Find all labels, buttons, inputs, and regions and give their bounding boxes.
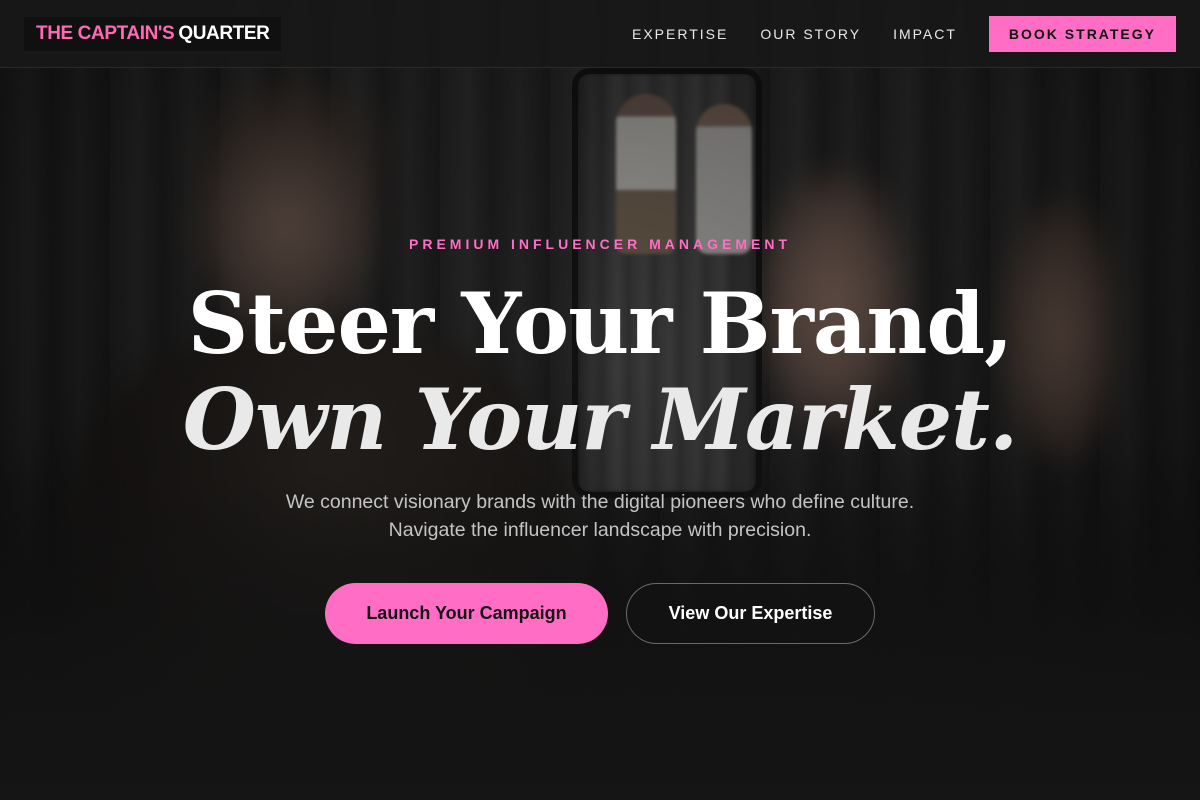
view-expertise-button[interactable]: View Our Expertise bbox=[626, 583, 875, 644]
hero-headline-line-2: Own Your Market. bbox=[182, 370, 1018, 469]
book-strategy-button[interactable]: BOOK STRATEGY bbox=[988, 15, 1176, 52]
launch-campaign-button[interactable]: Launch Your Campaign bbox=[325, 583, 608, 644]
brand-logo[interactable]: THE CAPTAIN'S QUARTER bbox=[24, 16, 282, 51]
nav-link-our-story[interactable]: OUR STORY bbox=[760, 26, 861, 42]
hero-subtitle: We connect visionary brands with the dig… bbox=[285, 491, 915, 541]
top-navigation-bar: THE CAPTAIN'S QUARTER EXPERTISE OUR STOR… bbox=[0, 0, 1200, 68]
nav-link-impact[interactable]: IMPACT bbox=[893, 26, 957, 42]
hero-section: PREMIUM INFLUENCER MANAGEMENT Steer Your… bbox=[0, 68, 1200, 800]
hero-eyebrow: PREMIUM INFLUENCER MANAGEMENT bbox=[409, 236, 791, 252]
brand-name-rest: QUARTER bbox=[178, 22, 270, 44]
hero-headline-line-1: Steer Your Brand, bbox=[187, 274, 1014, 373]
nav-links: EXPERTISE OUR STORY IMPACT BOOK STRATEGY bbox=[600, 15, 1176, 52]
hero-headline: Steer Your Brand, Own Your Market. bbox=[0, 276, 1200, 468]
brand-name-accent: THE CAPTAIN'S bbox=[36, 22, 175, 44]
nav-link-expertise[interactable]: EXPERTISE bbox=[632, 26, 728, 42]
hero-actions: Launch Your Campaign View Our Expertise bbox=[0, 583, 1200, 644]
